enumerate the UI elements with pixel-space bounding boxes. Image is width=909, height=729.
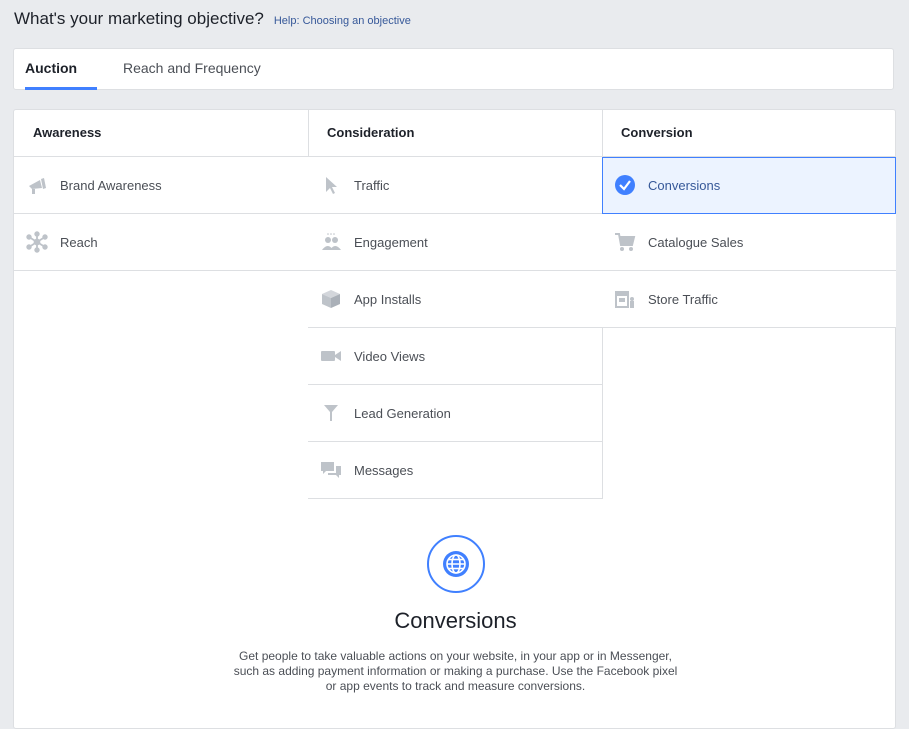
objective-label: Catalogue Sales bbox=[648, 234, 744, 250]
objective-label: Store Traffic bbox=[648, 291, 718, 307]
column-conversion: Conversion Conversions Catalogue Sales S… bbox=[602, 110, 896, 328]
objective-panel: Awareness Brand Awareness Reach Consider… bbox=[13, 109, 896, 729]
objective-label: Brand Awareness bbox=[60, 177, 162, 193]
objective-label: Video Views bbox=[354, 348, 426, 364]
column-consideration: Consideration Traffic Engagement App Ins… bbox=[308, 110, 603, 499]
detail-title: Conversions bbox=[394, 608, 517, 633]
column-header-consideration: Consideration bbox=[308, 110, 602, 157]
people-icon bbox=[320, 231, 342, 253]
tab-auction[interactable]: Auction bbox=[25, 49, 97, 90]
objective-video-views[interactable]: Video Views bbox=[308, 328, 602, 385]
shopping-cart-icon bbox=[614, 231, 636, 253]
objective-app-installs[interactable]: App Installs bbox=[308, 271, 602, 328]
objective-label: Conversions bbox=[648, 177, 721, 193]
objective-traffic[interactable]: Traffic bbox=[308, 157, 602, 214]
objective-header: What's your marketing objective? Help: C… bbox=[14, 9, 411, 29]
tab-reach-and-frequency[interactable]: Reach and Frequency bbox=[123, 49, 261, 90]
active-tab-indicator bbox=[25, 87, 97, 90]
objective-lead-generation[interactable]: Lead Generation bbox=[308, 385, 602, 442]
megaphone-icon bbox=[26, 174, 48, 196]
buying-type-tabs: Auction Reach and Frequency bbox=[13, 48, 894, 90]
store-icon bbox=[614, 288, 636, 310]
page-title: What's your marketing objective? bbox=[14, 9, 264, 28]
objective-catalogue-sales[interactable]: Catalogue Sales bbox=[602, 214, 896, 271]
objective-label: Reach bbox=[60, 234, 98, 250]
objective-label: Traffic bbox=[354, 177, 390, 193]
tab-reach-frequency-label: Reach and Frequency bbox=[123, 60, 261, 76]
objective-engagement[interactable]: Engagement bbox=[308, 214, 602, 271]
objective-reach[interactable]: Reach bbox=[14, 214, 308, 271]
check-circle-icon bbox=[614, 174, 636, 196]
reach-network-icon bbox=[26, 231, 48, 253]
box-icon bbox=[320, 288, 342, 310]
funnel-icon bbox=[320, 402, 342, 424]
cursor-icon bbox=[320, 174, 342, 196]
objective-detail: Conversions Get people to take valuable … bbox=[14, 535, 897, 694]
column-awareness: Awareness Brand Awareness Reach bbox=[14, 110, 309, 271]
chat-bubbles-icon bbox=[320, 459, 342, 481]
objective-label: Engagement bbox=[354, 234, 428, 250]
objective-store-traffic[interactable]: Store Traffic bbox=[602, 271, 896, 328]
objective-brand-awareness[interactable]: Brand Awareness bbox=[14, 157, 308, 214]
tab-auction-label: Auction bbox=[25, 60, 78, 76]
objective-messages[interactable]: Messages bbox=[308, 442, 602, 499]
detail-description: Get people to take valuable actions on y… bbox=[233, 649, 678, 693]
objective-label: App Installs bbox=[354, 291, 422, 307]
video-camera-icon bbox=[320, 345, 342, 367]
help-link[interactable]: Help: Choosing an objective bbox=[274, 15, 411, 27]
objective-label: Lead Generation bbox=[354, 405, 451, 421]
objective-conversions[interactable]: Conversions bbox=[602, 157, 896, 214]
objective-label: Messages bbox=[354, 462, 414, 478]
column-header-conversion: Conversion bbox=[602, 110, 896, 157]
column-header-awareness: Awareness bbox=[14, 110, 308, 157]
globe-icon bbox=[426, 535, 485, 593]
